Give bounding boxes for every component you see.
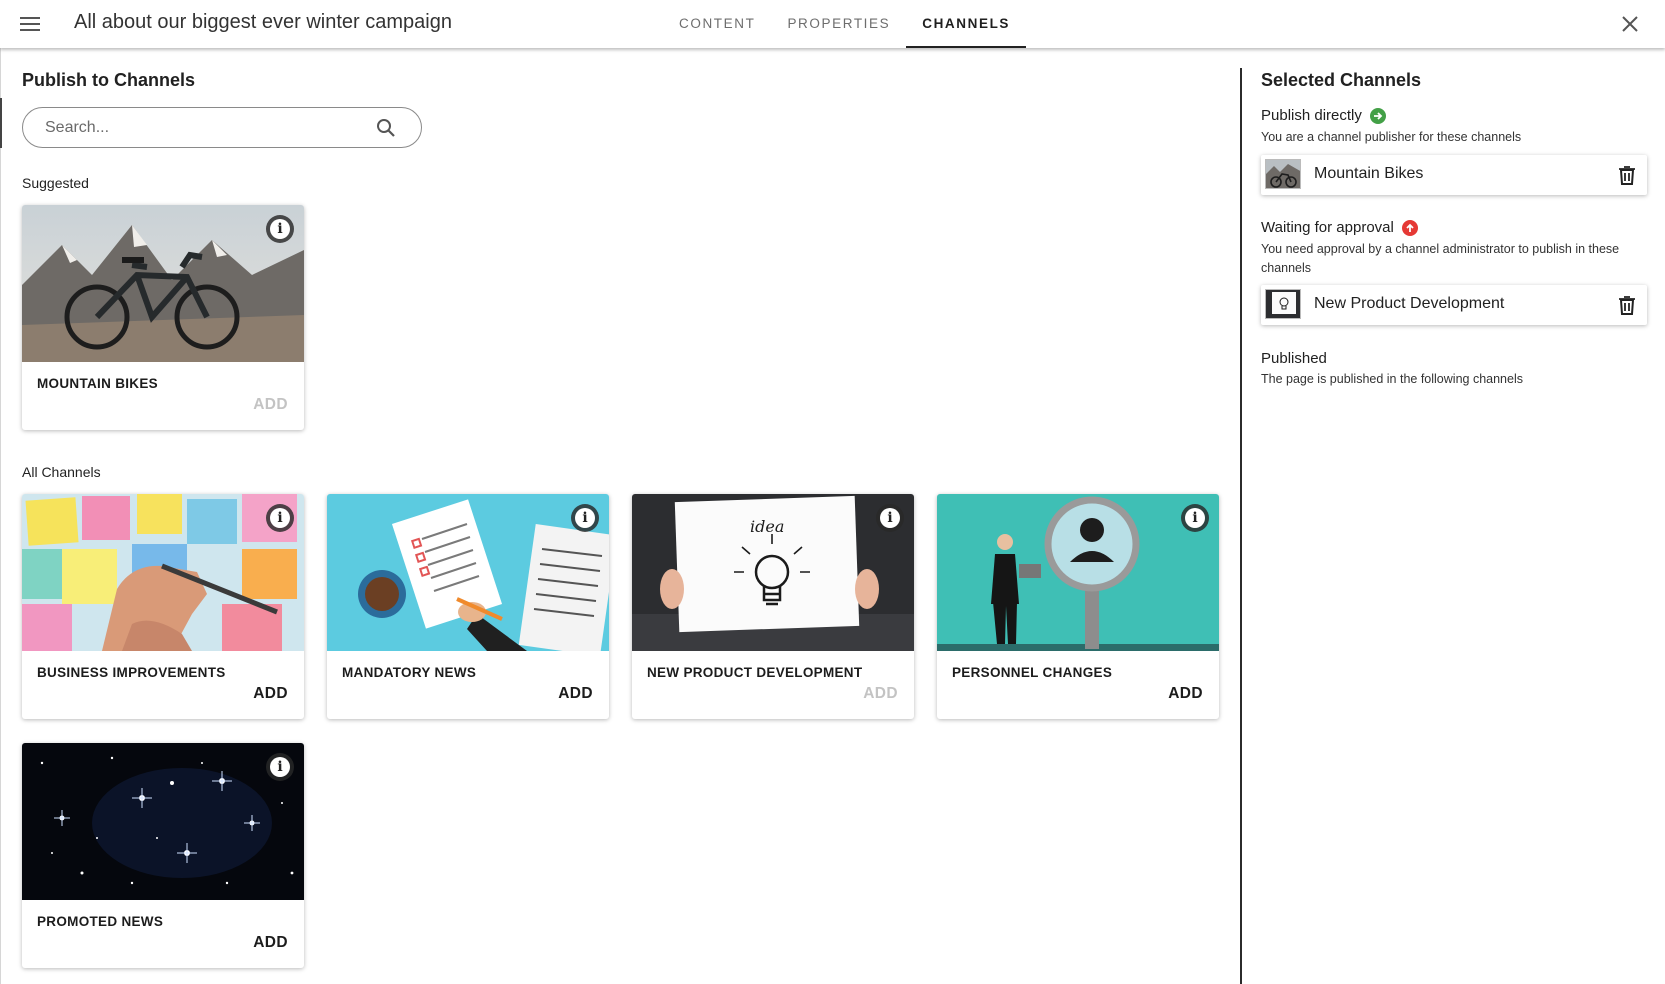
person-magnifier-image	[937, 494, 1219, 651]
channel-name: MOUNTAIN BIKES	[37, 376, 158, 391]
close-icon[interactable]	[1619, 13, 1641, 35]
selected-item-mountain-bikes: Mountain Bikes	[1261, 155, 1647, 195]
published-description: The page is published in the following c…	[1261, 372, 1523, 386]
panel-divider	[1240, 68, 1242, 984]
starfield-image	[22, 743, 304, 900]
published-heading: Published	[1261, 350, 1327, 367]
suggested-label: Suggested	[22, 175, 89, 191]
add-button[interactable]: ADD	[253, 685, 288, 703]
publish-directly-description: You are a channel publisher for these ch…	[1261, 130, 1522, 144]
publish-directly-label: Publish directly	[1261, 107, 1362, 124]
channel-card-mandatory-news[interactable]: i MANDATORY NEWS ADD	[327, 494, 609, 719]
info-icon[interactable]: i	[571, 504, 599, 532]
channel-card-personnel-changes[interactable]: i PERSONNEL CHANGES ADD	[937, 494, 1219, 719]
info-icon[interactable]: i	[266, 504, 294, 532]
channel-card-business-improvements[interactable]: i BUSINESS IMPROVEMENTS ADD	[22, 494, 304, 719]
add-button[interactable]: ADD	[558, 685, 593, 703]
channel-name: BUSINESS IMPROVEMENTS	[37, 665, 226, 680]
tab-properties[interactable]: PROPERTIES	[771, 0, 906, 48]
channel-name: PERSONNEL CHANGES	[952, 665, 1113, 680]
idea-bulb-image: idea	[632, 494, 914, 651]
info-icon[interactable]: i	[266, 753, 294, 781]
publish-directly-heading: Publish directly	[1261, 107, 1386, 124]
search-input[interactable]	[45, 116, 365, 140]
mountain-bike-image	[22, 205, 304, 362]
arrow-right-circle-icon	[1369, 107, 1386, 124]
all-channels-label: All Channels	[22, 464, 101, 480]
add-button[interactable]: ADD	[253, 934, 288, 952]
checklist-news-image	[327, 494, 609, 651]
add-button[interactable]: ADD	[863, 685, 898, 703]
sticky-notes-image	[22, 494, 304, 651]
publish-section-title: Publish to Channels	[22, 70, 196, 90]
channel-name: MANDATORY NEWS	[342, 665, 477, 680]
waiting-approval-label: Waiting for approval	[1261, 219, 1394, 236]
channel-name: NEW PRODUCT DEVELOPMENT	[647, 665, 863, 680]
tab-bar: CONTENT PROPERTIES CHANNELS	[663, 0, 1026, 48]
left-edge-border	[0, 48, 1, 984]
add-button[interactable]: ADD	[1168, 685, 1203, 703]
selected-item-name: New Product Development	[1314, 295, 1505, 312]
waiting-approval-heading: Waiting for approval	[1261, 219, 1418, 236]
page-title: All about our biggest ever winter campai…	[74, 11, 452, 33]
waiting-approval-description: You need approval by a channel administr…	[1261, 242, 1620, 275]
tab-channels[interactable]: CHANNELS	[906, 0, 1026, 48]
channel-card-mountain-bikes[interactable]: i MOUNTAIN BIKES ADD	[22, 205, 304, 430]
info-icon[interactable]: i	[876, 504, 904, 532]
channel-name: PROMOTED NEWS	[37, 914, 164, 929]
delete-icon[interactable]	[1618, 165, 1636, 185]
delete-icon[interactable]	[1618, 295, 1636, 315]
add-button[interactable]: ADD	[253, 396, 288, 414]
mountain-bike-thumbnail	[1265, 159, 1301, 189]
channel-card-promoted-news[interactable]: i PROMOTED NEWS ADD	[22, 743, 304, 968]
info-icon[interactable]: i	[266, 215, 294, 243]
tab-content[interactable]: CONTENT	[663, 0, 771, 48]
left-edge-indicator	[0, 98, 2, 148]
top-app-bar: All about our biggest ever winter campai…	[0, 0, 1665, 48]
arrow-up-circle-icon	[1401, 219, 1418, 236]
channel-card-new-product-development[interactable]: idea i NEW PRODUCT DEVELOPMENT ADD	[632, 494, 914, 719]
hamburger-menu-icon[interactable]	[20, 14, 40, 34]
idea-bulb-thumbnail	[1265, 289, 1301, 319]
published-label: Published	[1261, 350, 1327, 367]
selected-item-new-product-development: New Product Development	[1261, 285, 1647, 325]
info-icon[interactable]: i	[1181, 504, 1209, 532]
search-icon[interactable]	[375, 117, 397, 139]
search-box	[22, 107, 422, 148]
selected-item-name: Mountain Bikes	[1314, 165, 1424, 182]
svg-text:idea: idea	[750, 517, 784, 536]
selected-section-title: Selected Channels	[1261, 70, 1422, 90]
